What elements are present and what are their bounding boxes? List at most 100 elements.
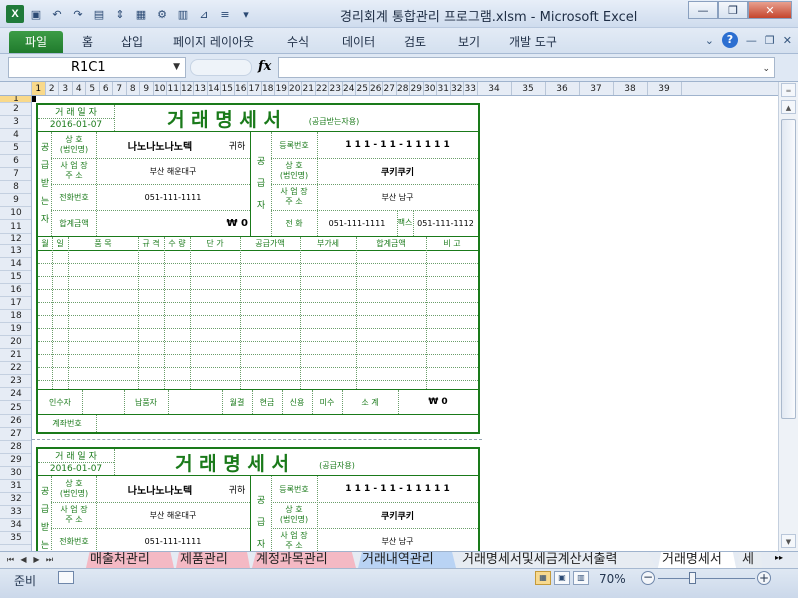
column-header[interactable]: 15 <box>221 82 235 95</box>
row-header[interactable]: 15 <box>0 271 31 284</box>
column-header[interactable]: 28 <box>397 82 410 95</box>
row-header[interactable]: 6 <box>0 155 31 168</box>
paste-icon[interactable]: ▥ <box>174 5 192 23</box>
date-value[interactable]: 2016-01-07 <box>38 462 114 475</box>
supplier-phone[interactable]: 051-111-1111 <box>96 528 250 551</box>
tab-insert[interactable]: 삽입 <box>121 31 143 53</box>
vertical-scrollbar[interactable]: ═ ▲ ▼ <box>778 82 798 551</box>
redo-icon[interactable]: ↷ <box>69 5 87 23</box>
next-sheet-icon[interactable]: ▶ <box>30 553 43 567</box>
buyer-address[interactable]: 부산 남구 <box>317 528 478 551</box>
normal-view-icon[interactable]: ▦ <box>535 571 551 585</box>
macro-record-icon[interactable] <box>58 571 74 584</box>
macro-icon[interactable]: ⚙ <box>153 5 171 23</box>
sheet-tab[interactable]: 매출처관리 <box>86 552 174 568</box>
column-header[interactable]: 30 <box>424 82 437 95</box>
row-header[interactable]: 14 <box>0 258 31 271</box>
undo-icon[interactable]: ↶ <box>48 5 66 23</box>
column-header[interactable]: 34 <box>478 82 512 95</box>
chart-icon[interactable]: ≡ <box>216 5 234 23</box>
supplier-phone[interactable]: 051-111-1111 <box>96 184 250 210</box>
date-value[interactable]: 2016-01-07 <box>38 118 114 131</box>
tab-data[interactable]: 데이터 <box>342 31 375 53</box>
table-row[interactable] <box>38 302 478 303</box>
column-header[interactable]: 9 <box>140 82 154 95</box>
zoom-out-button[interactable]: − <box>641 571 655 585</box>
column-header[interactable]: 27 <box>383 82 397 95</box>
row-header[interactable]: 18 <box>0 310 31 323</box>
row-header[interactable]: 11 <box>0 220 31 234</box>
row-header[interactable]: 16 <box>0 284 31 297</box>
sheet-tab[interactable]: 거래내역관리 <box>358 552 456 568</box>
table-row[interactable] <box>38 380 478 381</box>
column-header[interactable]: 37 <box>580 82 614 95</box>
row-header[interactable]: 23 <box>0 375 31 388</box>
column-header[interactable]: 2 <box>46 82 59 95</box>
doc-restore-icon[interactable]: ❐ <box>765 34 775 47</box>
sheet-tab[interactable]: 세 <box>738 552 762 568</box>
row-header[interactable]: 7 <box>0 168 31 181</box>
table-row[interactable] <box>38 263 478 264</box>
expand-formula-icon[interactable]: ⌄ <box>762 64 770 74</box>
table-row[interactable] <box>38 289 478 290</box>
form-icon[interactable]: ▦ <box>132 5 150 23</box>
column-header[interactable]: 26 <box>370 82 383 95</box>
registration-number[interactable]: 1 1 1 - 1 1 - 1 1 1 1 1 <box>317 132 478 158</box>
fax-number[interactable]: 051-111-1112 <box>413 210 478 236</box>
column-header[interactable]: 19 <box>275 82 289 95</box>
restore-button[interactable]: ❐ <box>718 1 748 19</box>
row-header[interactable]: 27 <box>0 428 31 441</box>
row-header[interactable]: 29 <box>0 454 31 467</box>
active-cell[interactable] <box>32 96 36 102</box>
supplier-address[interactable]: 부산 해운대구 <box>96 502 250 528</box>
tab-page-layout[interactable]: 페이지 레이아웃 <box>173 31 254 53</box>
supplier-name[interactable]: 나노나노나노텍 <box>96 132 224 158</box>
tab-formulas[interactable]: 수식 <box>287 31 309 53</box>
row-header[interactable]: 3 <box>0 116 31 129</box>
tab-file[interactable]: 파일 <box>9 31 63 53</box>
row-header[interactable]: 26 <box>0 415 31 428</box>
column-header[interactable]: 31 <box>437 82 451 95</box>
name-box[interactable]: R1C1 ▼ <box>8 57 186 78</box>
scroll-up-icon[interactable]: ▲ <box>781 100 796 114</box>
row-header[interactable]: 17 <box>0 297 31 310</box>
split-handle-icon[interactable]: ═ <box>781 83 796 97</box>
table-row[interactable] <box>38 341 478 342</box>
row-header[interactable]: 1 <box>0 96 31 104</box>
table-row[interactable] <box>38 328 478 329</box>
column-header[interactable]: 21 <box>302 82 316 95</box>
subtotal-amount[interactable]: ₩ 0 <box>398 390 478 414</box>
column-header[interactable]: 38 <box>614 82 648 95</box>
column-header[interactable]: 39 <box>648 82 682 95</box>
tab-review[interactable]: 검토 <box>404 31 426 53</box>
sort-icon[interactable]: ⇕ <box>111 5 129 23</box>
table-row[interactable] <box>38 354 478 355</box>
row-header[interactable]: 20 <box>0 336 31 349</box>
close-button[interactable]: ✕ <box>748 1 792 19</box>
row-header[interactable]: 28 <box>0 441 31 454</box>
row-header[interactable]: 34 <box>0 519 31 532</box>
column-header[interactable]: 32 <box>451 82 464 95</box>
column-header[interactable]: 14 <box>208 82 221 95</box>
minimize-button[interactable]: — <box>688 1 718 19</box>
row-header[interactable]: 12 <box>0 234 31 245</box>
row-header[interactable]: 25 <box>0 401 31 415</box>
supplier-address[interactable]: 부산 해운대구 <box>96 158 250 184</box>
column-header[interactable]: 10 <box>154 82 167 95</box>
column-header[interactable]: 23 <box>329 82 343 95</box>
fx-icon[interactable]: fx <box>258 59 271 74</box>
row-header[interactable]: 2 <box>0 103 31 116</box>
zoom-in-button[interactable]: + <box>757 571 771 585</box>
worksheet-grid[interactable]: 거 래 일 자 2016-01-07 거 래 명 세 서 (공급받는자용) 공급… <box>32 96 778 551</box>
row-header[interactable]: 33 <box>0 506 31 519</box>
filter-icon[interactable]: ⊿ <box>195 5 213 23</box>
registration-number[interactable]: 1 1 1 - 1 1 - 1 1 1 1 1 <box>317 476 478 502</box>
select-all-corner[interactable] <box>0 82 32 95</box>
zoom-level[interactable]: 70% <box>599 572 626 586</box>
sheet-tab[interactable]: 거래명세서및세금계산서출력 <box>458 552 656 568</box>
column-header[interactable]: 5 <box>86 82 100 95</box>
row-header[interactable]: 22 <box>0 362 31 375</box>
page-break-view-icon[interactable]: ▥ <box>573 571 589 585</box>
column-header[interactable]: 24 <box>343 82 356 95</box>
column-header[interactable]: 12 <box>181 82 194 95</box>
